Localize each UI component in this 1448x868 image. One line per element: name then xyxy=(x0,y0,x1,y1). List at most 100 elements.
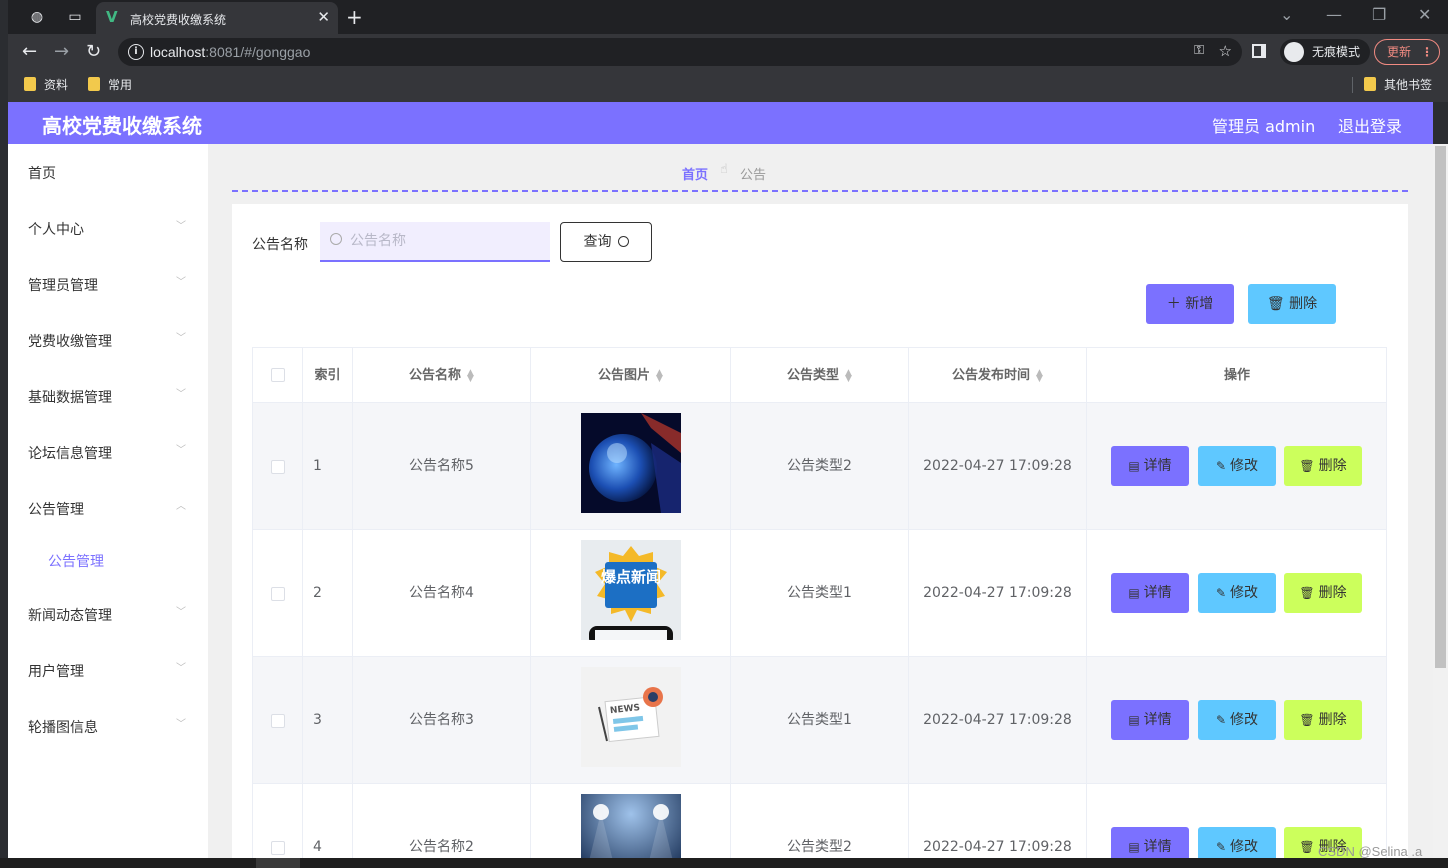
browser-tab-active[interactable]: V 高校党费收缴系统 ✕ xyxy=(96,2,338,34)
globe-icon[interactable]: ◍ xyxy=(28,8,46,26)
minimize-icon[interactable]: — xyxy=(1326,5,1342,24)
delete-button[interactable]: 🗑 删除 xyxy=(1284,573,1362,613)
content-panel: 公告名称 查询 ＋ 新增 🗑 删除 索引 公告名称▲▼ 公告图片▲▼ 公告类型▲… xyxy=(232,204,1408,858)
chevron-down-icon: ﹀ xyxy=(176,663,186,674)
cell-index: 4 xyxy=(303,784,353,858)
delete-button[interactable]: 🗑 删除 xyxy=(1284,700,1362,740)
cell-name: 公告名称4 xyxy=(353,530,531,657)
column-header-image[interactable]: 公告图片 ▲ ▼ xyxy=(531,348,731,403)
restore-icon[interactable]: ❐ xyxy=(1372,5,1386,24)
folder-icon xyxy=(24,77,36,91)
sidebar-item-fees[interactable]: 党费收缴管理 ﹀ xyxy=(8,312,208,368)
cell-time: 2022-04-27 17:09:28 xyxy=(909,657,1087,784)
sidebar-item-home[interactable]: 首页 xyxy=(8,144,208,200)
notice-image[interactable] xyxy=(581,413,681,513)
sort-icon[interactable]: ▲ ▼ xyxy=(656,368,663,383)
chevron-down-icon: ﹀ xyxy=(176,333,186,344)
side-panel-icon[interactable] xyxy=(1252,44,1266,58)
menu-dots-icon[interactable]: ⋮ xyxy=(1421,40,1433,64)
sidebar-item-news[interactable]: 新闻动态管理 ﹀ xyxy=(8,586,208,642)
chevron-up-icon: ︿ xyxy=(176,501,186,512)
sort-icon[interactable]: ▲ ▼ xyxy=(1036,368,1043,383)
notice-image[interactable] xyxy=(581,794,681,858)
vue-logo-icon: V xyxy=(106,8,118,26)
document-icon: ▤ xyxy=(1128,840,1140,854)
url-text[interactable]: localhost:8081/#/gonggao xyxy=(150,44,310,60)
row-checkbox[interactable] xyxy=(271,460,285,474)
tab-window-icon[interactable]: ▭ xyxy=(66,8,84,26)
sidebar-item-admins[interactable]: 管理员管理 ﹀ xyxy=(8,256,208,312)
batch-delete-button[interactable]: 🗑 删除 xyxy=(1248,284,1336,324)
delete-button[interactable]: 🗑 删除 xyxy=(1284,446,1362,486)
table-row: 4 公告名称2 公告类型2 2022-04-27 17:09:28 ▤ 详情 ✎… xyxy=(253,784,1386,858)
column-header-name[interactable]: 公告名称 ▲ ▼ xyxy=(353,348,531,403)
document-icon: ▤ xyxy=(1128,459,1140,473)
edit-button[interactable]: ✎ 修改 xyxy=(1198,827,1276,858)
info-icon[interactable]: i xyxy=(128,44,144,60)
detail-button[interactable]: ▤ 详情 xyxy=(1111,700,1189,740)
edit-button[interactable]: ✎ 修改 xyxy=(1198,573,1276,613)
trash-icon: 🗑 xyxy=(1299,459,1315,473)
reload-icon[interactable]: ↻ xyxy=(86,41,101,62)
window-close-icon[interactable]: ✕ xyxy=(1418,5,1431,24)
os-taskbar xyxy=(0,858,1448,868)
trash-icon: 🗑 xyxy=(1299,586,1315,600)
sidebar-item-basic-data[interactable]: 基础数据管理 ﹀ xyxy=(8,368,208,424)
cell-type: 公告类型1 xyxy=(731,657,909,784)
detail-button[interactable]: ▤ 详情 xyxy=(1111,446,1189,486)
trash-icon: 🗑 xyxy=(1266,296,1290,312)
taskbar-button[interactable] xyxy=(256,858,300,868)
select-all-checkbox[interactable] xyxy=(271,368,285,382)
search-icon xyxy=(330,233,342,245)
star-icon[interactable]: ☆ xyxy=(1219,42,1232,60)
notice-image[interactable]: 爆点新闻 xyxy=(581,540,681,640)
bookmark-folder[interactable]: 资料 xyxy=(24,76,68,93)
row-checkbox[interactable] xyxy=(271,714,285,728)
edit-button[interactable]: ✎ 修改 xyxy=(1198,700,1276,740)
logout-link[interactable]: 退出登录 xyxy=(1338,113,1402,137)
sidebar-item-profile[interactable]: 个人中心 ﹀ xyxy=(8,200,208,256)
row-checkbox[interactable] xyxy=(271,587,285,601)
tab-search-icon[interactable]: ⌄ xyxy=(1280,5,1293,24)
bookmark-folder[interactable]: 常用 xyxy=(88,76,132,93)
sidebar-item-users[interactable]: 用户管理 ﹀ xyxy=(8,642,208,698)
forward-icon[interactable]: → xyxy=(54,41,69,62)
update-button[interactable]: 更新 ⋮ xyxy=(1374,39,1440,65)
query-button[interactable]: 查询 xyxy=(560,222,652,262)
close-icon[interactable]: ✕ xyxy=(317,8,330,26)
folder-icon xyxy=(1364,77,1376,91)
notice-image[interactable]: NEWS xyxy=(581,667,681,767)
header-select-all xyxy=(253,348,303,403)
app-window: 高校党费收缴系统 管理员 admin 退出登录 首页 个人中心 ﹀ 管理员管理 ﹀ … xyxy=(8,102,1433,858)
address-bar[interactable]: i localhost:8081/#/gonggao ⚿ ☆ xyxy=(118,38,1242,66)
page-scrollbar[interactable] xyxy=(1433,144,1448,858)
column-header-type[interactable]: 公告类型 ▲ ▼ xyxy=(731,348,909,403)
notice-table: 索引 公告名称 ▲ ▼ 公告图片 ▲ ▼ 公告类型 ▲ ▼ 公告发布时间 ▲ ▼ 操作 1 公告… xyxy=(252,347,1387,858)
detail-button[interactable]: ▤ 详情 xyxy=(1111,827,1189,858)
column-header-time[interactable]: 公告发布时间 ▲ ▼ xyxy=(909,348,1087,403)
chevron-down-icon: ﹀ xyxy=(176,221,186,232)
browser-chrome: ◍ ▭ V 高校党费收缴系统 ✕ + ⌄ — ❐ ✕ ← → ↻ i local… xyxy=(8,0,1448,102)
incognito-indicator[interactable]: 无痕模式 xyxy=(1280,39,1371,65)
add-button[interactable]: ＋ 新增 xyxy=(1146,284,1234,324)
watermark: CSDN @Selina .a xyxy=(1318,844,1423,859)
sidebar-item-forum[interactable]: 论坛信息管理 ﹀ xyxy=(8,424,208,480)
search-input[interactable] xyxy=(320,222,550,262)
sidebar-item-notices[interactable]: 公告管理 ︿ xyxy=(8,480,208,536)
scrollbar-thumb[interactable] xyxy=(1435,146,1446,668)
detail-button[interactable]: ▤ 详情 xyxy=(1111,573,1189,613)
new-tab-icon[interactable]: + xyxy=(346,5,363,29)
sidebar-subitem-notices[interactable]: 公告管理 xyxy=(8,532,208,588)
back-icon[interactable]: ← xyxy=(22,41,37,62)
sort-icon[interactable]: ▲ ▼ xyxy=(845,368,852,383)
row-checkbox[interactable] xyxy=(271,841,285,855)
column-header-index: 索引 xyxy=(303,348,353,403)
breadcrumb-home[interactable]: 首页 xyxy=(682,164,708,183)
edit-button[interactable]: ✎ 修改 xyxy=(1198,446,1276,486)
other-bookmarks[interactable]: 其他书签 xyxy=(1364,76,1432,93)
cell-name: 公告名称2 xyxy=(353,784,531,858)
sort-icon[interactable]: ▲ ▼ xyxy=(467,368,474,383)
key-icon[interactable]: ⚿ xyxy=(1194,43,1204,58)
current-user: 管理员 admin xyxy=(1212,117,1316,136)
sidebar-item-carousel[interactable]: 轮播图信息 ﹀ xyxy=(8,698,208,754)
